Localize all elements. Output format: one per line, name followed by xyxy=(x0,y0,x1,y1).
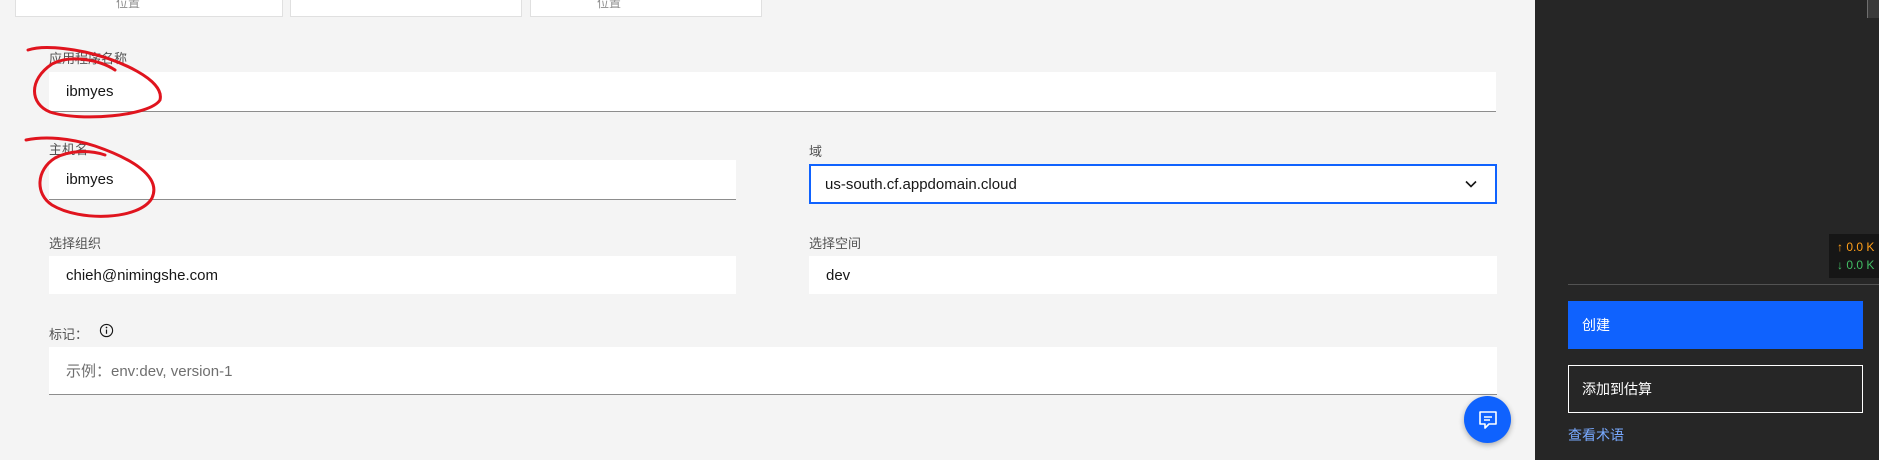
domain-select[interactable]: us-south.cf.appdomain.cloud xyxy=(809,164,1497,204)
create-button-label: 创建 xyxy=(1582,317,1610,333)
domain-value: us-south.cf.appdomain.cloud xyxy=(825,175,1017,193)
hostname-input[interactable]: ibmyes xyxy=(49,160,736,200)
download-speed: ↓ 0.0 K xyxy=(1837,258,1875,272)
create-button[interactable]: 创建 xyxy=(1568,301,1863,349)
add-to-estimate-label: 添加到估算 xyxy=(1582,381,1652,397)
main-form-area: 位置 位置 应用程序名称 ibmyes 主机名 ibmyes 域 us-sout… xyxy=(0,0,1535,460)
sidebar-divider xyxy=(1568,284,1879,285)
hostname-value: ibmyes xyxy=(66,171,114,188)
upload-speed: ↑ 0.0 K xyxy=(1837,240,1875,254)
chat-icon xyxy=(1478,410,1497,429)
tags-label: 标记： xyxy=(49,327,89,342)
org-value: chieh@nimingshe.com xyxy=(66,266,218,284)
add-to-estimate-button[interactable]: 添加到估算 xyxy=(1568,365,1863,413)
app-name-label: 应用程序名称 xyxy=(49,51,128,66)
location-card-label: 位置 xyxy=(116,0,141,10)
tags-placeholder: 示例：env:dev, version-1 xyxy=(66,363,233,380)
view-terms-link[interactable]: 查看术语 xyxy=(1568,425,1624,445)
org-label: 选择组织 xyxy=(49,236,102,251)
app-name-input[interactable]: ibmyes xyxy=(49,72,1496,112)
domain-label: 域 xyxy=(809,144,823,159)
space-select[interactable]: dev xyxy=(809,256,1497,294)
location-card-3[interactable]: 位置 xyxy=(530,0,762,17)
location-card-2[interactable] xyxy=(290,0,522,17)
space-label: 选择空间 xyxy=(809,236,862,251)
chat-button[interactable] xyxy=(1464,396,1511,443)
info-icon[interactable] xyxy=(99,323,114,338)
space-value: dev xyxy=(826,266,851,284)
panel-handle-icon[interactable] xyxy=(1867,0,1879,18)
app-name-value: ibmyes xyxy=(66,83,114,100)
org-select[interactable]: chieh@nimingshe.com xyxy=(49,256,736,294)
location-card-1[interactable]: 位置 xyxy=(15,0,283,17)
tags-input[interactable]: 示例：env:dev, version-1 xyxy=(49,347,1497,395)
chevron-down-icon xyxy=(1465,180,1477,188)
network-speed-widget: ↑ 0.0 K ↓ 0.0 K xyxy=(1829,234,1879,278)
hostname-label: 主机名 xyxy=(49,142,89,157)
location-card-label: 位置 xyxy=(597,0,622,10)
